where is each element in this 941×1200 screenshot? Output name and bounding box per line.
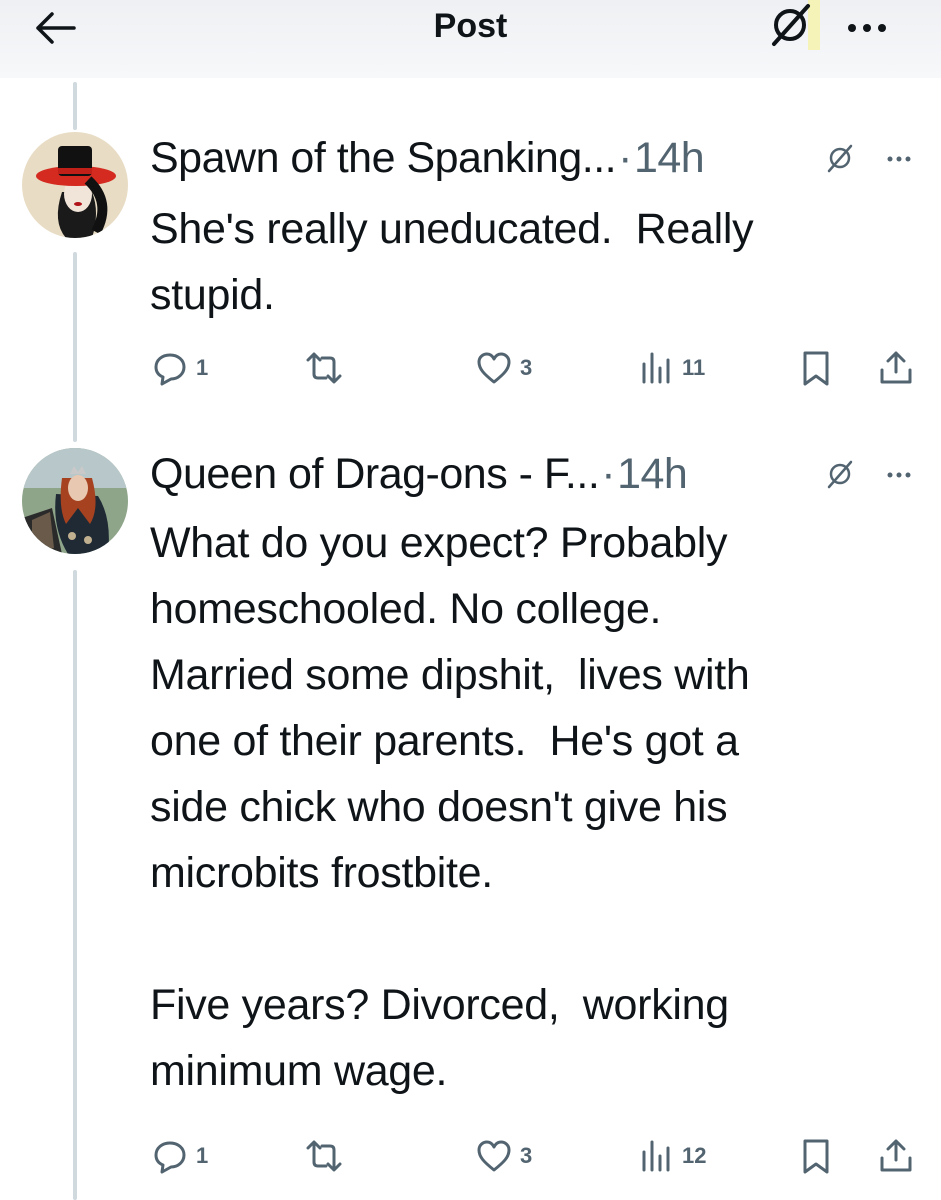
post-actions: 1 3 11	[140, 346, 930, 390]
grok-icon	[772, 0, 822, 50]
views-icon	[642, 352, 670, 384]
grok-button[interactable]	[822, 140, 858, 176]
thread-line	[73, 570, 77, 1200]
bookmark-icon	[803, 1139, 829, 1174]
more-horizontal-icon	[887, 472, 911, 478]
repost-icon	[306, 352, 342, 384]
views-button[interactable]: 12	[636, 1134, 706, 1178]
repost-button[interactable]	[300, 1134, 354, 1178]
grok-icon	[827, 144, 853, 173]
post-header: Queen of Drag-ons - F...·14h	[150, 450, 688, 498]
post-more-button[interactable]	[882, 460, 922, 490]
like-button[interactable]: 3	[474, 1134, 532, 1178]
avatar[interactable]	[22, 448, 128, 554]
views-button[interactable]: 11	[636, 346, 705, 390]
bookmark-icon	[803, 351, 829, 386]
post-header: Spawn of the Spanking...·14h	[150, 134, 705, 182]
thread-line	[73, 252, 77, 442]
separator-dot: ·	[618, 134, 632, 182]
share-icon	[880, 351, 912, 384]
reply-count: 1	[196, 355, 209, 380]
reply-count: 1	[196, 1143, 209, 1168]
heart-icon	[477, 1140, 511, 1172]
author-name[interactable]: Queen of Drag-ons - F...	[150, 450, 600, 498]
top-bar: Post	[0, 0, 941, 78]
avatar-image	[22, 132, 128, 238]
more-horizontal-icon	[848, 24, 886, 32]
grok-button[interactable]	[822, 456, 858, 492]
reply-button[interactable]: 1	[150, 346, 208, 390]
post-actions: 1 3 12	[140, 1134, 930, 1178]
separator-dot: ·	[601, 450, 616, 498]
post-text: What do you expect? Probably homeschoole…	[150, 519, 750, 1095]
timestamp[interactable]: 14h	[617, 450, 688, 498]
share-icon	[880, 1139, 912, 1172]
like-count: 3	[520, 355, 533, 380]
reply-button[interactable]: 1	[150, 1134, 208, 1178]
view-count: 11	[682, 355, 706, 380]
more-options-button[interactable]	[840, 4, 900, 48]
avatar[interactable]	[22, 132, 128, 238]
bookmark-button[interactable]	[796, 346, 836, 390]
reply-icon	[154, 1141, 186, 1174]
avatar-image	[22, 448, 128, 554]
thread-line	[73, 82, 77, 130]
heart-icon	[477, 352, 511, 384]
view-count: 12	[682, 1143, 707, 1168]
timestamp[interactable]: 14h	[634, 134, 705, 182]
share-button[interactable]	[876, 346, 916, 390]
post-text: She's really uneducated. Really stupid.	[150, 205, 754, 319]
reply-icon	[154, 353, 186, 386]
author-name[interactable]: Spawn of the Spanking...	[150, 134, 617, 182]
bookmark-button[interactable]	[796, 1134, 836, 1178]
share-button[interactable]	[876, 1134, 916, 1178]
like-count: 3	[520, 1143, 533, 1168]
repost-icon	[306, 1140, 342, 1172]
grok-icon	[827, 460, 853, 489]
grok-button[interactable]	[760, 0, 822, 50]
more-horizontal-icon	[887, 156, 911, 162]
views-icon	[642, 1140, 670, 1172]
post-more-button[interactable]	[882, 144, 922, 174]
like-button[interactable]: 3	[474, 346, 532, 390]
repost-button[interactable]	[300, 346, 354, 390]
